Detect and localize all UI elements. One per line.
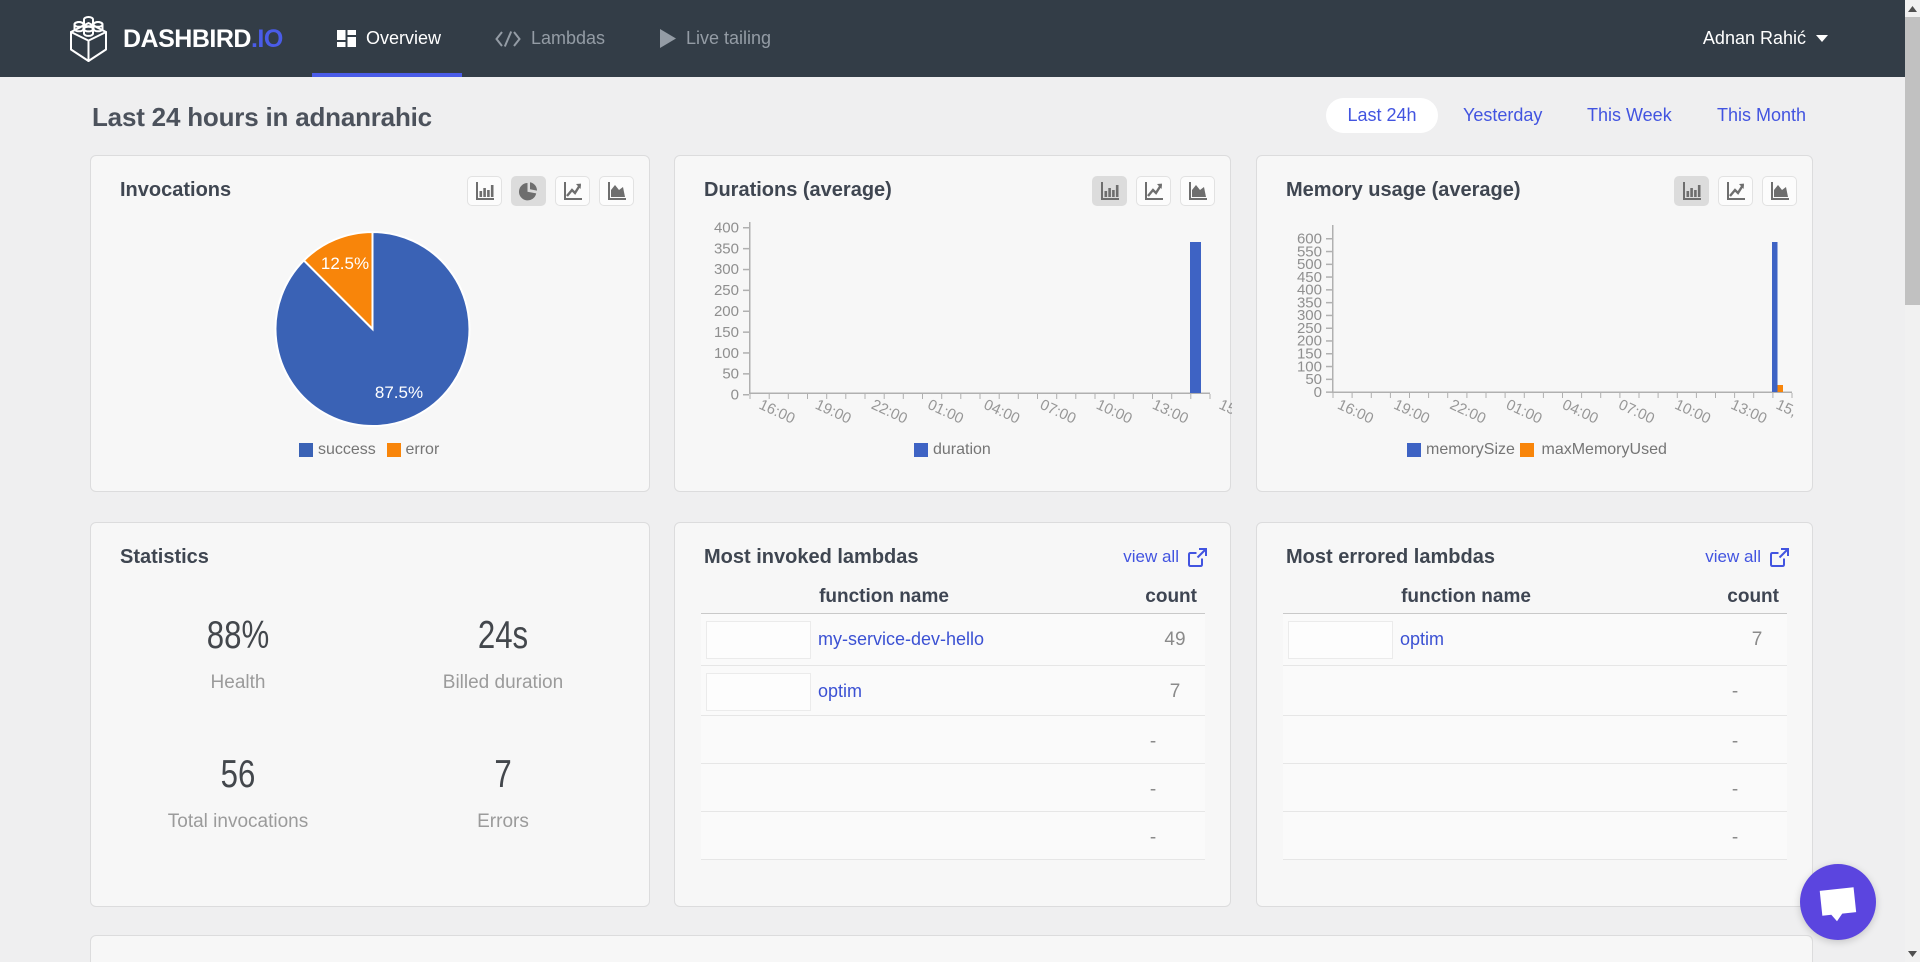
svg-text:16:00: 16:00 <box>1335 396 1376 427</box>
svg-text:01:00: 01:00 <box>1503 396 1544 427</box>
svg-text:50: 50 <box>722 366 739 383</box>
svg-text:12.5%: 12.5% <box>321 254 369 273</box>
svg-text:04:00: 04:00 <box>981 396 1022 427</box>
svg-text:22:00: 22:00 <box>1447 396 1488 427</box>
svg-text:10:00: 10:00 <box>1094 396 1135 427</box>
svg-text:13:00: 13:00 <box>1728 396 1769 427</box>
svg-text:04:00: 04:00 <box>1560 396 1601 427</box>
svg-text:01:00: 01:00 <box>925 396 966 427</box>
svg-text:350: 350 <box>714 240 739 257</box>
svg-text:07:00: 07:00 <box>1616 396 1657 427</box>
svg-text:150: 150 <box>714 324 739 341</box>
svg-text:13:00: 13:00 <box>1150 396 1191 427</box>
svg-text:15,: 15, <box>1773 396 1799 420</box>
svg-text:87.5%: 87.5% <box>375 383 423 402</box>
svg-text:300: 300 <box>714 261 739 278</box>
svg-text:19:00: 19:00 <box>1391 396 1432 427</box>
svg-text:0: 0 <box>1314 384 1322 401</box>
svg-text:19:00: 19:00 <box>813 396 854 427</box>
svg-text:0: 0 <box>731 387 739 404</box>
svg-text:250: 250 <box>714 282 739 299</box>
svg-text:07:00: 07:00 <box>1037 396 1078 427</box>
svg-text:100: 100 <box>714 345 739 362</box>
svg-text:16:00: 16:00 <box>756 396 797 427</box>
svg-text:200: 200 <box>714 303 739 320</box>
svg-text:10:00: 10:00 <box>1672 396 1713 427</box>
svg-text:15:: 15: <box>1216 396 1232 420</box>
svg-text:400: 400 <box>714 220 739 237</box>
svg-text:22:00: 22:00 <box>869 396 910 427</box>
